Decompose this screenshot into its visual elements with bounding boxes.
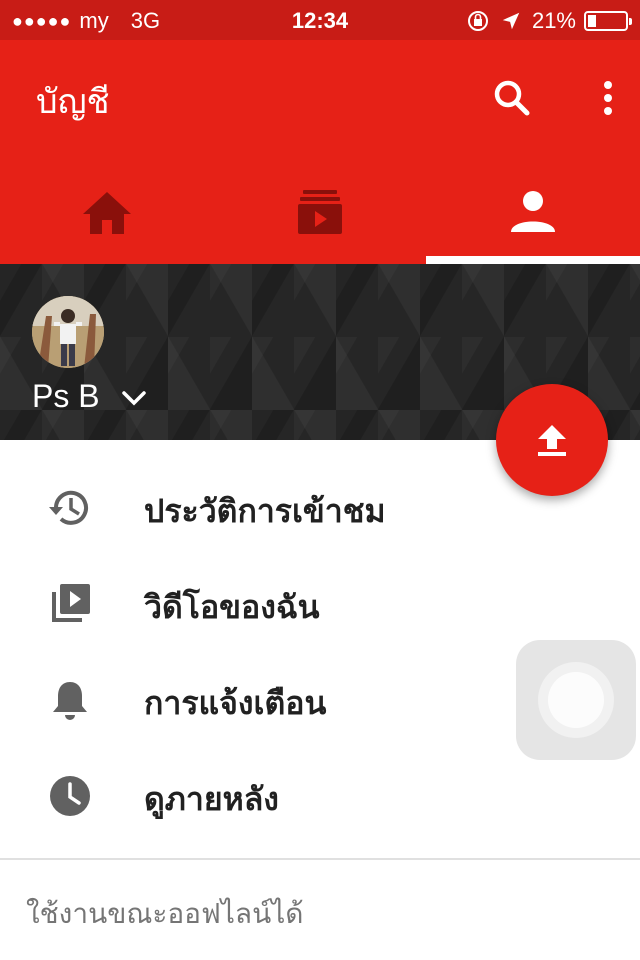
history-icon [49,490,88,525]
tab-account[interactable] [426,160,640,264]
more-options-button[interactable] [592,74,624,122]
avatar[interactable] [32,296,104,368]
app-bar: บัญชี [0,40,640,264]
menu-item-my-videos[interactable]: วิดีโอของฉัน [0,556,640,652]
page-title: บัญชี [36,82,110,122]
tab-home[interactable] [0,160,213,264]
upload-icon [538,425,566,456]
clock-icon [50,776,90,816]
account-icon [511,191,555,232]
search-button[interactable] [488,74,536,122]
orientation-lock-icon [467,11,488,31]
menu-item-label: การแจ้งเตือน [144,684,327,722]
account-name[interactable]: Ps B [32,378,100,415]
menu-item-watch-later[interactable]: ดูภายหลัง [0,748,640,844]
divider [0,858,640,860]
battery-icon [584,11,632,31]
account-switcher-button[interactable] [120,384,148,412]
menu-item-label: วิดีโอของฉัน [144,588,320,626]
subscriptions-icon [297,190,342,234]
tab-selected-indicator [426,256,640,264]
menu-item-history[interactable]: ประวัติการเข้าชม [0,460,640,556]
home-icon [82,192,131,234]
tab-subscriptions[interactable] [213,160,426,264]
bell-icon [53,682,87,720]
location-icon [502,12,520,30]
more-vert-icon [604,81,612,115]
offline-section-header: ใช้งานขณะออฟไลน์ได้ [26,897,304,930]
my-videos-icon [52,584,90,622]
assistive-touch-button[interactable] [516,640,636,760]
menu-item-label: ดูภายหลัง [144,780,279,818]
search-icon [494,80,530,116]
avatar-photo [32,296,104,368]
chevron-down-icon [122,391,146,406]
battery-percent: 21% [531,8,576,33]
status-bar: ●●●●● my 3G 12:34 21% [0,0,640,40]
menu-item-label: ประวัติการเข้าชม [144,492,386,530]
